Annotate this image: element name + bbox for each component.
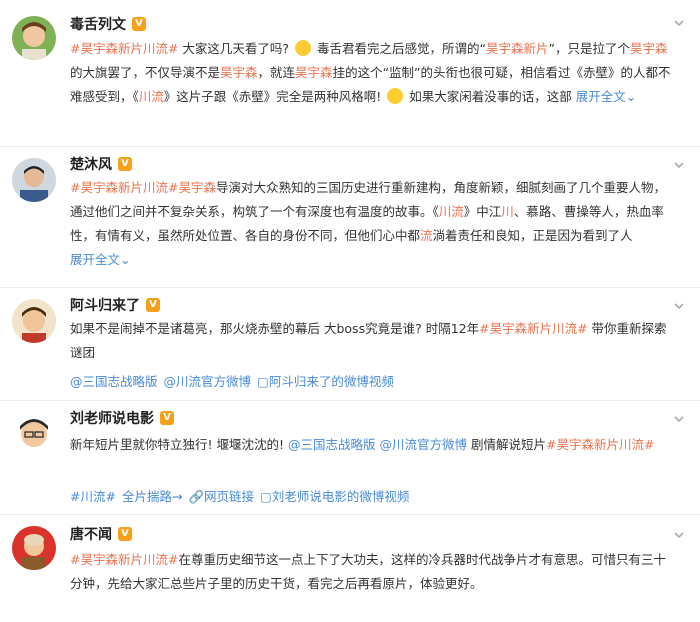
text-segment: 毒舌君看完之后感觉，所谓的“ xyxy=(313,41,486,56)
hashtag-link[interactable]: #昊宇森新片川流# xyxy=(70,552,178,567)
keyword-highlight: 昊宇森 xyxy=(630,41,668,56)
post-text: 如果不是闹掉不是诸葛亮，那火烧赤壁的幕后 大boss究竟是谁? 时隔12年#昊宇… xyxy=(70,317,678,365)
verified-badge-icon: V xyxy=(146,298,160,312)
text-segment: 淌着责任和良知，正是因为看到了人 xyxy=(432,228,633,243)
post-author[interactable]: 毒舌列文 xyxy=(70,14,126,34)
text-segment: 如果大家闲着没事的话，这部 xyxy=(405,89,576,104)
keyword-highlight: 川流 xyxy=(438,204,464,219)
post-text: #昊宇森新片川流# 大家这几天看了吗? 毒舌君看完之后感觉，所谓的“昊宇森新片”… xyxy=(70,37,678,109)
post-meta-links: #川流# 全片揣路→ 🔗网页链接 ▢刘老师说电影的微博视频 xyxy=(70,486,415,508)
text-segment: 》这片子跟《赤壁》完全是两种风格啊! xyxy=(163,89,386,104)
meta-link[interactable]: @三国志战略版 xyxy=(70,374,158,389)
avatar[interactable] xyxy=(12,16,56,60)
post-author[interactable]: 唐不闻 xyxy=(70,524,112,544)
chevron-down-icon[interactable] xyxy=(672,16,686,30)
avatar[interactable] xyxy=(12,412,56,456)
meta-link[interactable]: ▢阿斗归来了的微博视频 xyxy=(257,374,394,389)
chevron-down-icon[interactable] xyxy=(672,158,686,172)
avatar[interactable] xyxy=(12,299,56,343)
post-card: 阿斗归来了 V 如果不是闹掉不是诸葛亮，那火烧赤壁的幕后 大boss究竟是谁? … xyxy=(0,287,700,399)
avatar[interactable] xyxy=(12,158,56,202)
mention-link[interactable]: @川流官方微博 xyxy=(379,437,467,452)
verified-badge-icon: V xyxy=(118,157,132,171)
hashtag-link[interactable]: #昊宇森新片川流# xyxy=(479,321,587,336)
chevron-down-icon[interactable] xyxy=(672,299,686,313)
hashtag-link[interactable]: #昊宇森新片川流# xyxy=(70,180,178,195)
keyword-highlight: 川流 xyxy=(138,89,164,104)
text-segment: 剧情解说短片 xyxy=(467,437,546,452)
text-segment: ，就连 xyxy=(257,65,296,80)
post-author[interactable]: 刘老师说电影 xyxy=(70,408,154,428)
text-segment: 大家这几天看了吗? xyxy=(178,41,294,56)
text-segment: ”，只是拉了个 xyxy=(548,41,630,56)
chevron-down-icon[interactable] xyxy=(672,528,686,542)
post-card: 毒舌列文 V #昊宇森新片川流# 大家这几天看了吗? 毒舌君看完之后感觉，所谓的… xyxy=(0,0,700,142)
keyword-highlight: 昊宇森 xyxy=(295,65,333,80)
meta-link[interactable]: 全片揣路→ xyxy=(122,489,182,504)
verified-badge-icon: V xyxy=(118,527,132,541)
mention-link[interactable]: @三国志战略版 xyxy=(288,437,376,452)
hashtag-link[interactable]: #昊宇森新片川流# xyxy=(70,41,178,56)
post-card: 刘老师说电影 V 新年短片里就你特立独行! 堰堰沈沈的! @三国志战略版 @川流… xyxy=(0,400,700,512)
weibo-feed: 毒舌列文 V #昊宇森新片川流# 大家这几天看了吗? 毒舌君看完之后感觉，所谓的… xyxy=(0,0,700,622)
post-meta-links: @三国志战略版 @川流官方微博 ▢阿斗归来了的微博视频 xyxy=(70,371,400,393)
keyword-highlight: 昊宇森 xyxy=(220,65,258,80)
keyword-highlight: 川 xyxy=(501,204,514,219)
verified-badge-icon: V xyxy=(132,17,146,31)
meta-link[interactable]: @川流官方微博 xyxy=(164,374,252,389)
meta-link[interactable]: 🔗网页链接 xyxy=(188,489,254,504)
meta-link[interactable]: ▢刘老师说电影的微博视频 xyxy=(260,489,409,504)
text-segment: 》中江 xyxy=(463,204,502,219)
text-segment: 新年短片里就你特立独行! 堰堰沈沈的! xyxy=(70,437,288,452)
chevron-down-icon[interactable] xyxy=(672,412,686,426)
keyword-highlight: 昊宇森新片 xyxy=(486,41,549,56)
post-text: 新年短片里就你特立独行! 堰堰沈沈的! @三国志战略版 @川流官方微博 剧情解说… xyxy=(70,433,678,457)
text-segment: 如果不是闹掉不是诸葛亮，那火烧赤壁的幕后 大boss究竟是谁? 时隔12年 xyxy=(70,321,480,336)
expand-full-text-link[interactable]: 展开全文⌄ xyxy=(70,252,130,267)
verified-badge-icon: V xyxy=(160,411,174,425)
post-text: #昊宇森新片川流#在尊重历史细节这一点上下了大功夫，这样的冷兵器时代战争片才有意… xyxy=(70,548,678,596)
post-card: 楚沐风 V #昊宇森新片川流#昊宇森导演对大众熟知的三国历史进行重新建构，角度新… xyxy=(0,146,700,286)
emoji-icon xyxy=(295,40,312,56)
hashtag-link[interactable]: #昊宇森新片川流# xyxy=(546,437,654,452)
emoji-icon xyxy=(387,88,404,104)
meta-link[interactable]: #川流# xyxy=(70,489,116,504)
post-author[interactable]: 阿斗归来了 xyxy=(70,295,140,315)
keyword-highlight: 流 xyxy=(420,228,433,243)
post-text: #昊宇森新片川流#昊宇森导演对大众熟知的三国历史进行重新建构，角度新颖，细腻刻画… xyxy=(70,176,678,272)
text-segment: 的大旗罢了，不仅导演不是 xyxy=(70,65,221,80)
expand-full-text-link[interactable]: 展开全文⌄ xyxy=(576,89,636,104)
keyword-highlight: 昊宇森 xyxy=(178,180,216,195)
post-author[interactable]: 楚沐风 xyxy=(70,154,112,174)
post-card: 唐不闻 V #昊宇森新片川流#在尊重历史细节这一点上下了大功夫，这样的冷兵器时代… xyxy=(0,514,700,622)
avatar[interactable] xyxy=(12,526,56,570)
